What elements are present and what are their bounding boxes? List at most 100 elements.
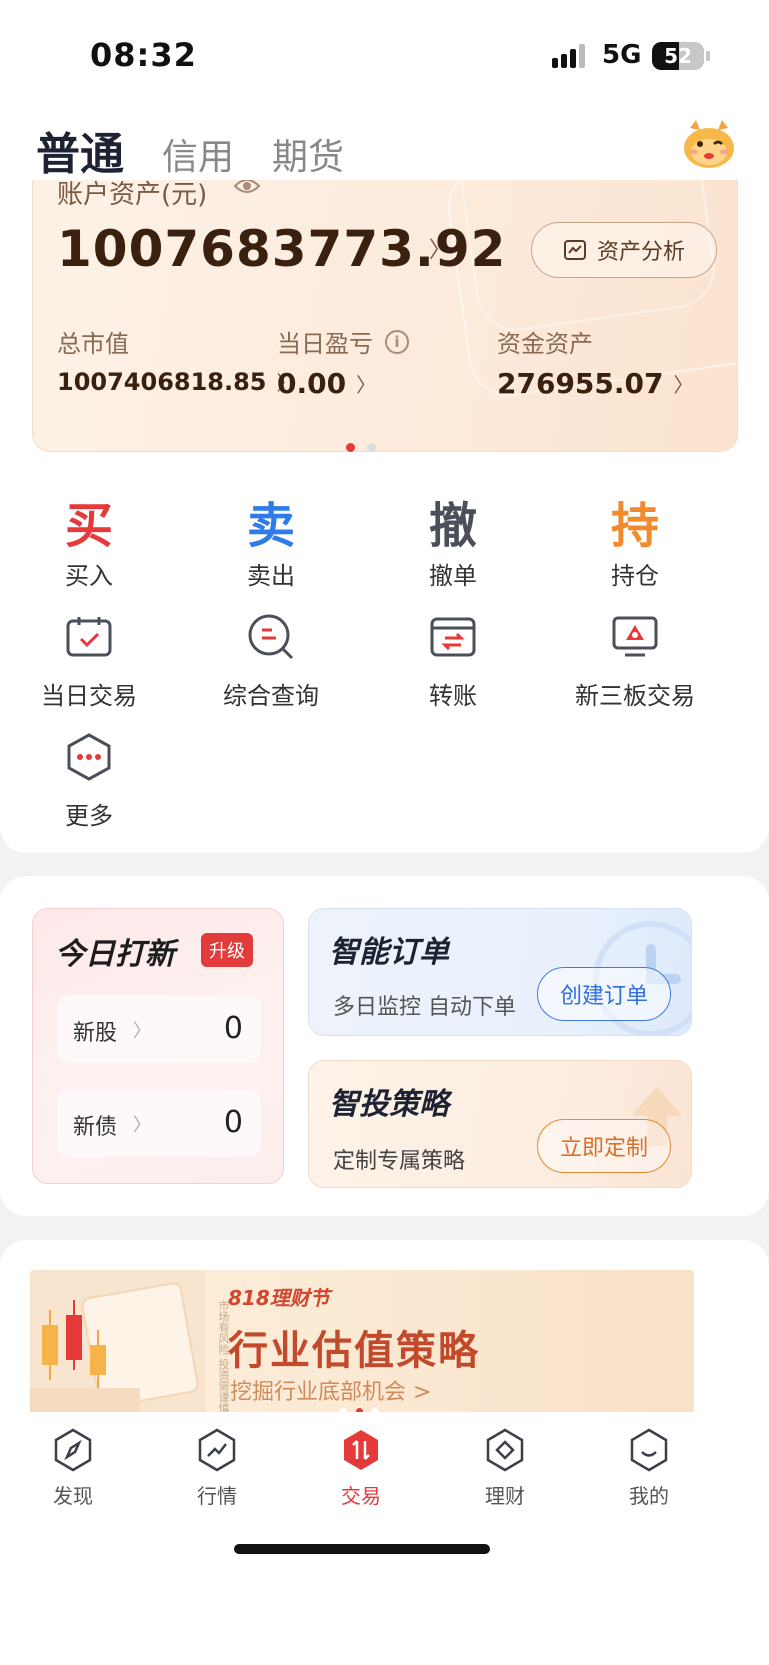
tab-mine[interactable]: 我的 [594, 1426, 704, 1509]
eye-icon[interactable] [233, 180, 261, 196]
mascot-avatar-icon[interactable] [680, 118, 738, 170]
account-asset-label: 账户资产(元) [57, 180, 208, 210]
festival-tag: 818理财节 [228, 1286, 330, 1310]
trend-icon [162, 1426, 272, 1474]
metric-value: 276955.07 [497, 367, 664, 400]
strategy-title: 智投策略 [329, 1087, 449, 1122]
ipo-title: 今日打新 [55, 937, 175, 972]
tab-trade[interactable]: 交易 [306, 1426, 416, 1509]
search-query-icon [186, 606, 356, 668]
card-page-indicator [346, 443, 388, 452]
strategy-subtitle: 定制专属策略 [333, 1149, 466, 1174]
position-icon: 持 [610, 498, 659, 554]
calendar-check-icon [4, 606, 174, 668]
banner-title: 行业估值策略 [228, 1328, 480, 1374]
row-value: 0 [223, 1105, 243, 1140]
smart-strategy-card[interactable]: 智投策略 定制专属策略 立即定制 [308, 1060, 692, 1188]
buy-icon: 买 [64, 498, 113, 554]
diamond-icon [450, 1426, 560, 1474]
tab-label: 发现 [53, 1484, 93, 1508]
tab-wealth[interactable]: 理财 [450, 1426, 560, 1509]
tab-market[interactable]: 行情 [162, 1426, 272, 1509]
grid-item-transfer[interactable]: 转账 [368, 606, 538, 711]
metric-label: 当日盈亏 [277, 330, 373, 358]
grid-item-query[interactable]: 综合查询 [186, 606, 356, 711]
chevron-right-icon[interactable]: 〉 [429, 232, 451, 264]
promo-banner[interactable]: 市场有风险 投资需谨慎 818理财节 行业估值策略 挖掘行业底部机会 > [30, 1270, 694, 1418]
promo-panel: 市场有风险 投资需谨慎 818理财节 行业估值策略 挖掘行业底部机会 > [0, 1240, 769, 1440]
sell-icon: 卖 [246, 498, 295, 554]
metric-value: 0.00 [277, 367, 347, 400]
grid-item-more[interactable]: 更多 [4, 726, 174, 831]
ipo-card[interactable]: 今日打新 升级 新股 〉 0 新债 〉 0 [32, 908, 284, 1184]
profile-icon [594, 1426, 704, 1474]
grid-item-label: 新三板交易 [575, 682, 695, 710]
tab-label: 行情 [197, 1484, 237, 1508]
customize-now-button[interactable]: 立即定制 [537, 1119, 671, 1173]
bottom-tab-bar: 发现 行情 交易 理财 我的 [0, 1412, 769, 1665]
chevron-right-icon: 〉 [133, 1021, 151, 1042]
tab-label: 理财 [485, 1484, 525, 1508]
grid-item-neeq-trade[interactable]: 新三板交易 [550, 606, 720, 711]
home-indicator[interactable] [234, 1544, 490, 1554]
analysis-icon [563, 240, 586, 260]
smart-order-card[interactable]: 智能订单 多日监控 自动下单 创建订单 [308, 908, 692, 1036]
account-type-tabs: 普通 信用 期货 [36, 118, 382, 182]
market-value-metric[interactable]: 总市值 1007406818.85 〉 [57, 324, 297, 396]
battery-icon: 52 [652, 42, 704, 70]
grid-item-cancel[interactable]: 撤 撤单 [368, 486, 538, 591]
tab-discover[interactable]: 发现 [18, 1426, 128, 1509]
feature-cards-panel: 今日打新 升级 新股 〉 0 新债 〉 0 智能订单 多日监控 自动下单 创建订… [0, 876, 769, 1216]
grid-item-label: 买入 [65, 562, 113, 590]
cancel-order-icon: 撤 [428, 498, 477, 554]
row-label: 新股 [73, 1021, 118, 1046]
more-dots-icon [4, 726, 174, 788]
grid-item-buy[interactable]: 买 买入 [4, 486, 174, 591]
daily-pnl-metric[interactable]: 当日盈亏 i 0.00 〉 [277, 324, 409, 400]
compass-icon [18, 1426, 128, 1474]
grid-item-label: 持仓 [611, 562, 659, 590]
metric-label: 资金资产 [497, 330, 593, 358]
tab-futures[interactable]: 期货 [272, 128, 344, 180]
cash-asset-metric[interactable]: 资金资产 276955.07 〉 [497, 324, 694, 400]
status-bar: 08:32 5G 52 [0, 0, 769, 110]
tab-label: 我的 [629, 1484, 669, 1508]
trade-icon [306, 1426, 416, 1474]
new-stock-row[interactable]: 新股 〉 0 [57, 995, 261, 1063]
create-order-button[interactable]: 创建订单 [537, 967, 671, 1021]
metric-value: 1007406818.85 [57, 367, 267, 396]
grid-item-label: 转账 [429, 682, 477, 710]
asset-analysis-label: 资产分析 [596, 240, 685, 265]
info-icon[interactable]: i [385, 329, 409, 354]
new-bond-row[interactable]: 新债 〉 0 [57, 1089, 261, 1157]
grid-item-label: 当日交易 [41, 682, 137, 710]
transfer-icon [368, 606, 538, 668]
candlestick-illustration [30, 1270, 206, 1418]
account-asset-card[interactable]: 账户资产(元) 1007683773.92 〉 资产分析 总市值 1007406… [32, 180, 738, 452]
chevron-right-icon: 〉 [133, 1115, 151, 1136]
grid-item-daily-trade[interactable]: 当日交易 [4, 606, 174, 711]
signal-icon [552, 44, 592, 68]
grid-item-label: 撤单 [429, 562, 477, 590]
tab-credit[interactable]: 信用 [162, 128, 234, 180]
battery-level: 52 [664, 44, 692, 68]
network-type: 5G [602, 40, 642, 70]
row-label: 新债 [73, 1115, 118, 1140]
monitor-icon [550, 606, 720, 668]
banner-subtitle: 挖掘行业底部机会 > [230, 1380, 432, 1405]
smart-order-title: 智能订单 [329, 935, 449, 970]
row-value: 0 [223, 1011, 243, 1046]
tab-normal[interactable]: 普通 [36, 118, 124, 182]
grid-item-label: 综合查询 [223, 682, 319, 710]
metric-label: 总市值 [57, 330, 129, 358]
grid-item-label: 更多 [65, 802, 113, 830]
smart-order-subtitle: 多日监控 自动下单 [333, 995, 516, 1020]
grid-item-sell[interactable]: 卖 卖出 [186, 486, 356, 591]
chevron-right-icon: 〉 [356, 373, 377, 397]
chevron-right-icon: 〉 [673, 373, 694, 397]
grid-item-label: 卖出 [247, 562, 295, 590]
status-time: 08:32 [90, 36, 197, 74]
upgrade-badge[interactable]: 升级 [201, 933, 253, 967]
asset-analysis-button[interactable]: 资产分析 [531, 222, 717, 278]
grid-item-position[interactable]: 持 持仓 [550, 486, 720, 591]
